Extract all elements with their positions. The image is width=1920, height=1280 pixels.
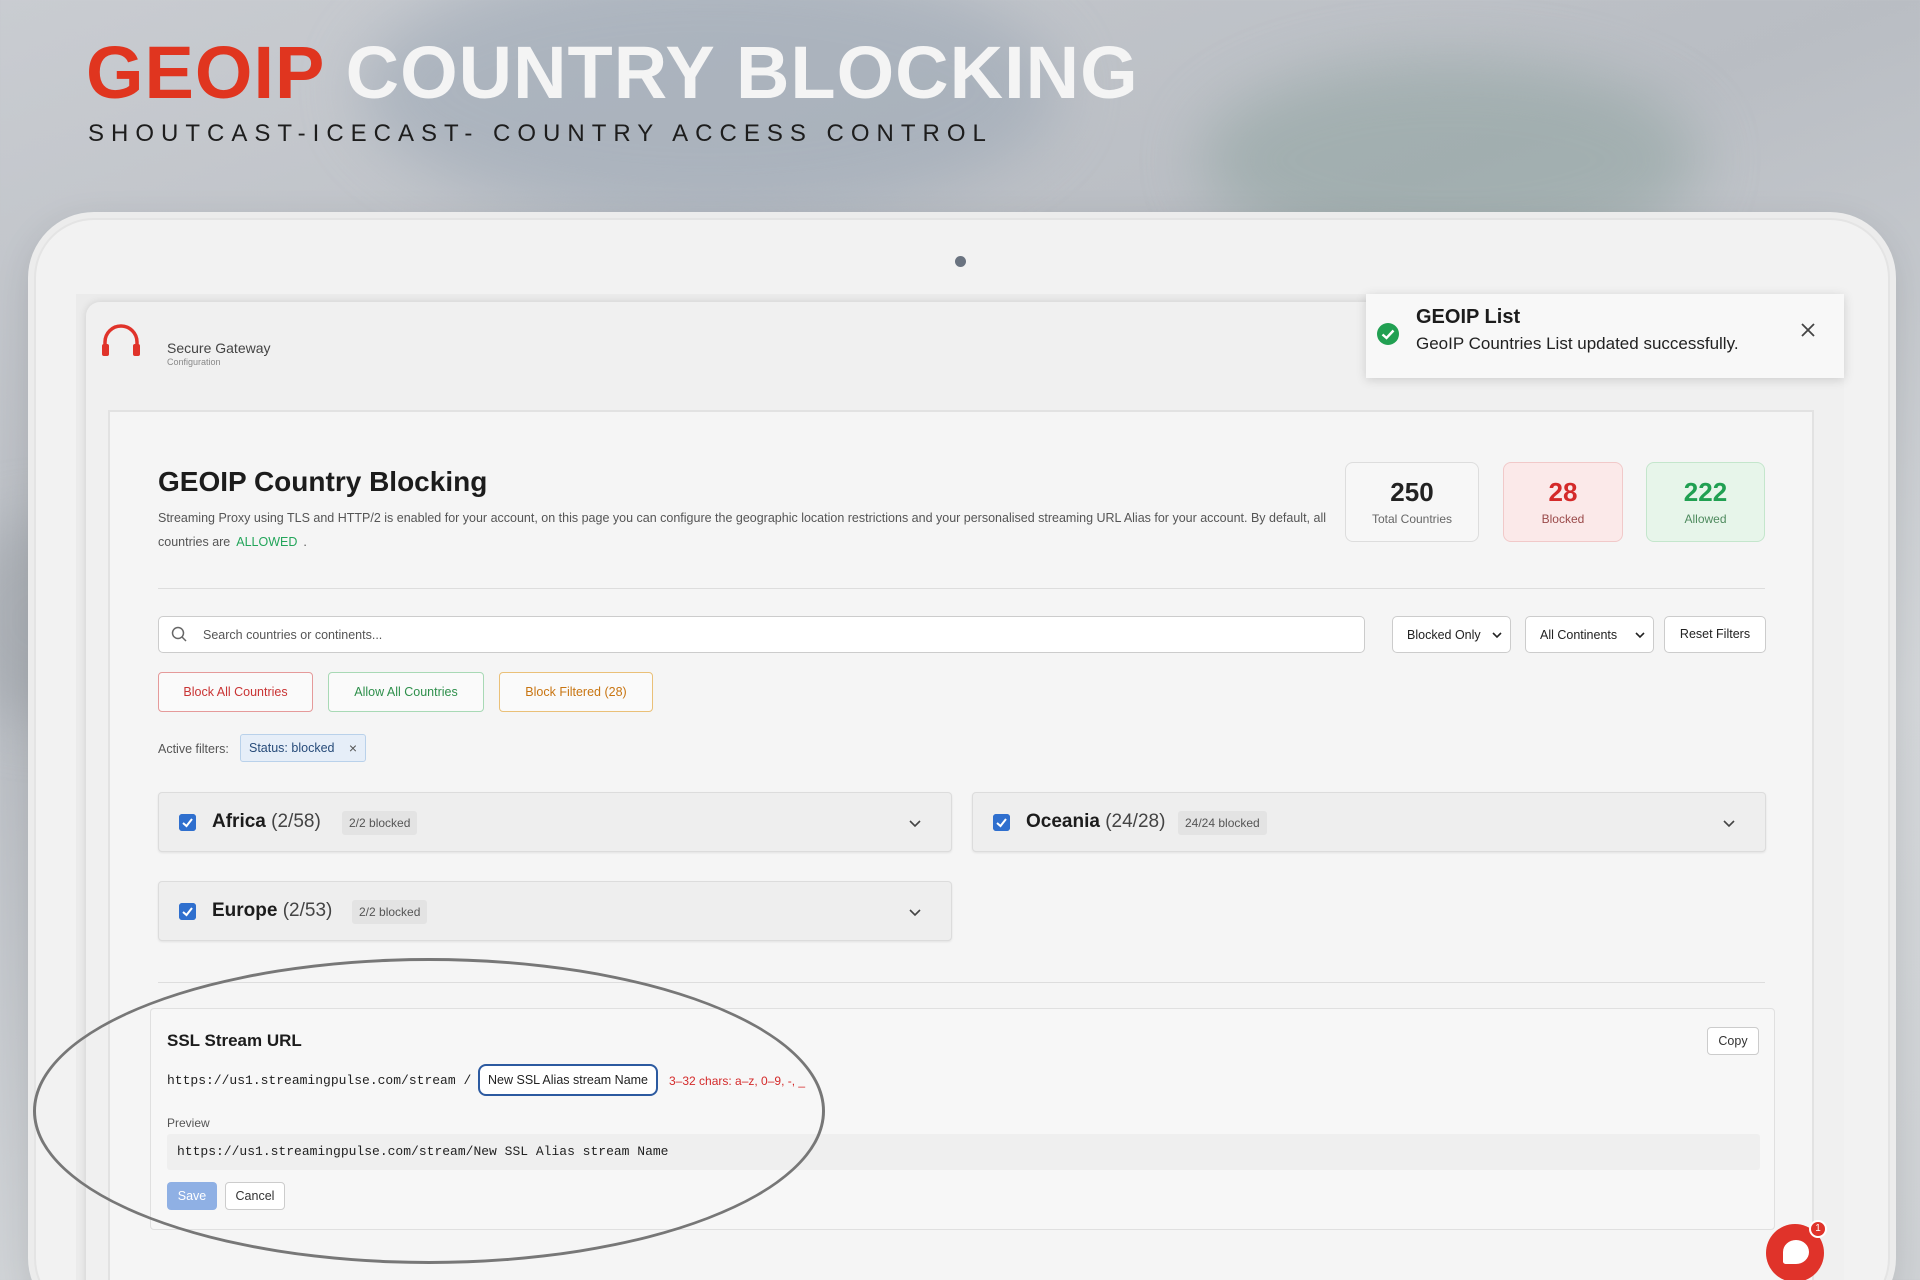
region-count: (2/53) — [282, 900, 333, 921]
chevron-down-icon — [1492, 632, 1502, 639]
default-status: ALLOWED — [236, 535, 298, 549]
block-filtered-button[interactable]: Block Filtered (28) — [499, 672, 653, 712]
chat-badge: 1 — [1809, 1220, 1827, 1238]
region-europe[interactable]: Europe (2/53) 2/2 blocked — [158, 881, 952, 941]
region-badge: 2/2 blocked — [342, 811, 418, 835]
alias-hint: 3–32 chars: a–z, 0–9, -, _ — [669, 1074, 806, 1088]
brand-name: Secure Gateway — [167, 340, 271, 356]
stat-blocked-label: Blocked — [1541, 512, 1585, 526]
close-icon[interactable] — [1800, 322, 1816, 338]
stat-allowed: 222 Allowed — [1646, 462, 1765, 542]
chat-icon — [1783, 1240, 1809, 1264]
status-filter-value: Blocked Only — [1407, 628, 1481, 642]
cancel-button[interactable]: Cancel — [225, 1182, 285, 1210]
region-oceania[interactable]: Oceania (24/28) 24/24 blocked — [972, 792, 1766, 852]
preview-label: Preview — [167, 1116, 210, 1130]
app-window: Secure Gateway Configuration GEOIP Count… — [86, 302, 1844, 1280]
page-title: GEOIP Country Blocking — [158, 466, 488, 497]
page-description: Streaming Proxy using TLS and HTTP/2 is … — [158, 506, 1344, 554]
status-filter-select[interactable]: Blocked Only — [1392, 616, 1511, 653]
region-name: Africa (2/58) — [212, 811, 321, 833]
filter-chip-label: Status: blocked — [249, 741, 335, 755]
ssl-stream-url-card: SSL Stream URL Copy https://us1.streamin… — [150, 1008, 1775, 1230]
allow-all-button[interactable]: Allow All Countries — [328, 672, 484, 712]
stat-allowed-value: 222 — [1683, 477, 1728, 507]
chevron-down-icon — [1635, 632, 1645, 639]
main-panel: GEOIP Country Blocking Streaming Proxy u… — [108, 410, 1814, 1280]
reset-filters-button[interactable]: Reset Filters — [1664, 616, 1766, 653]
divider — [158, 588, 1765, 589]
save-button[interactable]: Save — [167, 1182, 217, 1210]
stat-total: 250 Total Countries — [1345, 462, 1479, 542]
continent-filter-select[interactable]: All Continents — [1525, 616, 1654, 653]
region-name: Europe (2/53) — [212, 900, 332, 922]
chevron-down-icon[interactable] — [1723, 817, 1735, 829]
search-icon — [171, 626, 187, 642]
ssl-base-url: https://us1.streamingpulse.com/stream / — [167, 1073, 472, 1088]
toast-notification: GEOIP List GeoIP Countries List updated … — [1366, 294, 1844, 378]
ssl-title: SSL Stream URL — [167, 1031, 302, 1050]
chat-button[interactable]: 1 — [1766, 1220, 1827, 1280]
hero-title-rest: COUNTRY BLOCKING — [345, 31, 1139, 114]
preview-url: https://us1.streamingpulse.com/stream/Ne… — [167, 1134, 1760, 1170]
description-end: . — [303, 535, 307, 549]
region-badge: 2/2 blocked — [352, 900, 428, 924]
stat-total-value: 250 — [1390, 477, 1434, 507]
description-text: Streaming Proxy using TLS and HTTP/2 is … — [158, 511, 1326, 549]
copy-button[interactable]: Copy — [1707, 1027, 1759, 1055]
region-checkbox[interactable] — [179, 903, 196, 920]
search-box — [158, 616, 1365, 653]
region-name: Oceania (24/28) — [1026, 811, 1165, 833]
region-title: Africa — [212, 811, 266, 832]
hero-subtitle: SHOUTCAST-ICECAST- COUNTRY ACCESS CONTRO… — [88, 120, 993, 147]
region-title: Oceania — [1026, 811, 1100, 832]
continent-filter-value: All Continents — [1540, 628, 1618, 642]
hero-title-accent: GEOIP — [86, 31, 325, 114]
brand-subtitle: Configuration — [167, 357, 221, 367]
hero-title: GEOIP COUNTRY BLOCKING — [86, 30, 1139, 115]
region-count: (24/28) — [1105, 811, 1166, 832]
chevron-down-icon[interactable] — [909, 906, 921, 918]
toast-message: GeoIP Countries List updated successfull… — [1416, 334, 1739, 353]
chevron-down-icon[interactable] — [909, 817, 921, 829]
stat-blocked-value: 28 — [1548, 477, 1578, 507]
region-checkbox[interactable] — [993, 814, 1010, 831]
screen: Secure Gateway Configuration GEOIP Count… — [76, 294, 1844, 1280]
check-circle-icon — [1377, 323, 1399, 345]
region-badge: 24/24 blocked — [1178, 811, 1267, 835]
search-input[interactable] — [203, 625, 1353, 645]
stat-total-label: Total Countries — [1371, 512, 1453, 526]
active-filters-label: Active filters: — [158, 742, 229, 756]
toast-title: GEOIP List — [1416, 306, 1521, 328]
block-all-button[interactable]: Block All Countries — [158, 672, 313, 712]
active-filter-chip: Status: blocked × — [240, 734, 366, 762]
region-africa[interactable]: Africa (2/58) 2/2 blocked — [158, 792, 952, 852]
stat-allowed-label: Allowed — [1684, 512, 1727, 526]
camera-dot — [955, 256, 966, 267]
headphones-icon — [102, 324, 140, 356]
remove-filter-icon[interactable]: × — [349, 735, 357, 761]
stat-blocked: 28 Blocked — [1503, 462, 1623, 542]
region-count: (2/58) — [271, 811, 321, 832]
region-checkbox[interactable] — [179, 814, 196, 831]
divider — [158, 982, 1765, 983]
alias-input[interactable] — [478, 1064, 658, 1096]
region-title: Europe — [212, 900, 278, 921]
